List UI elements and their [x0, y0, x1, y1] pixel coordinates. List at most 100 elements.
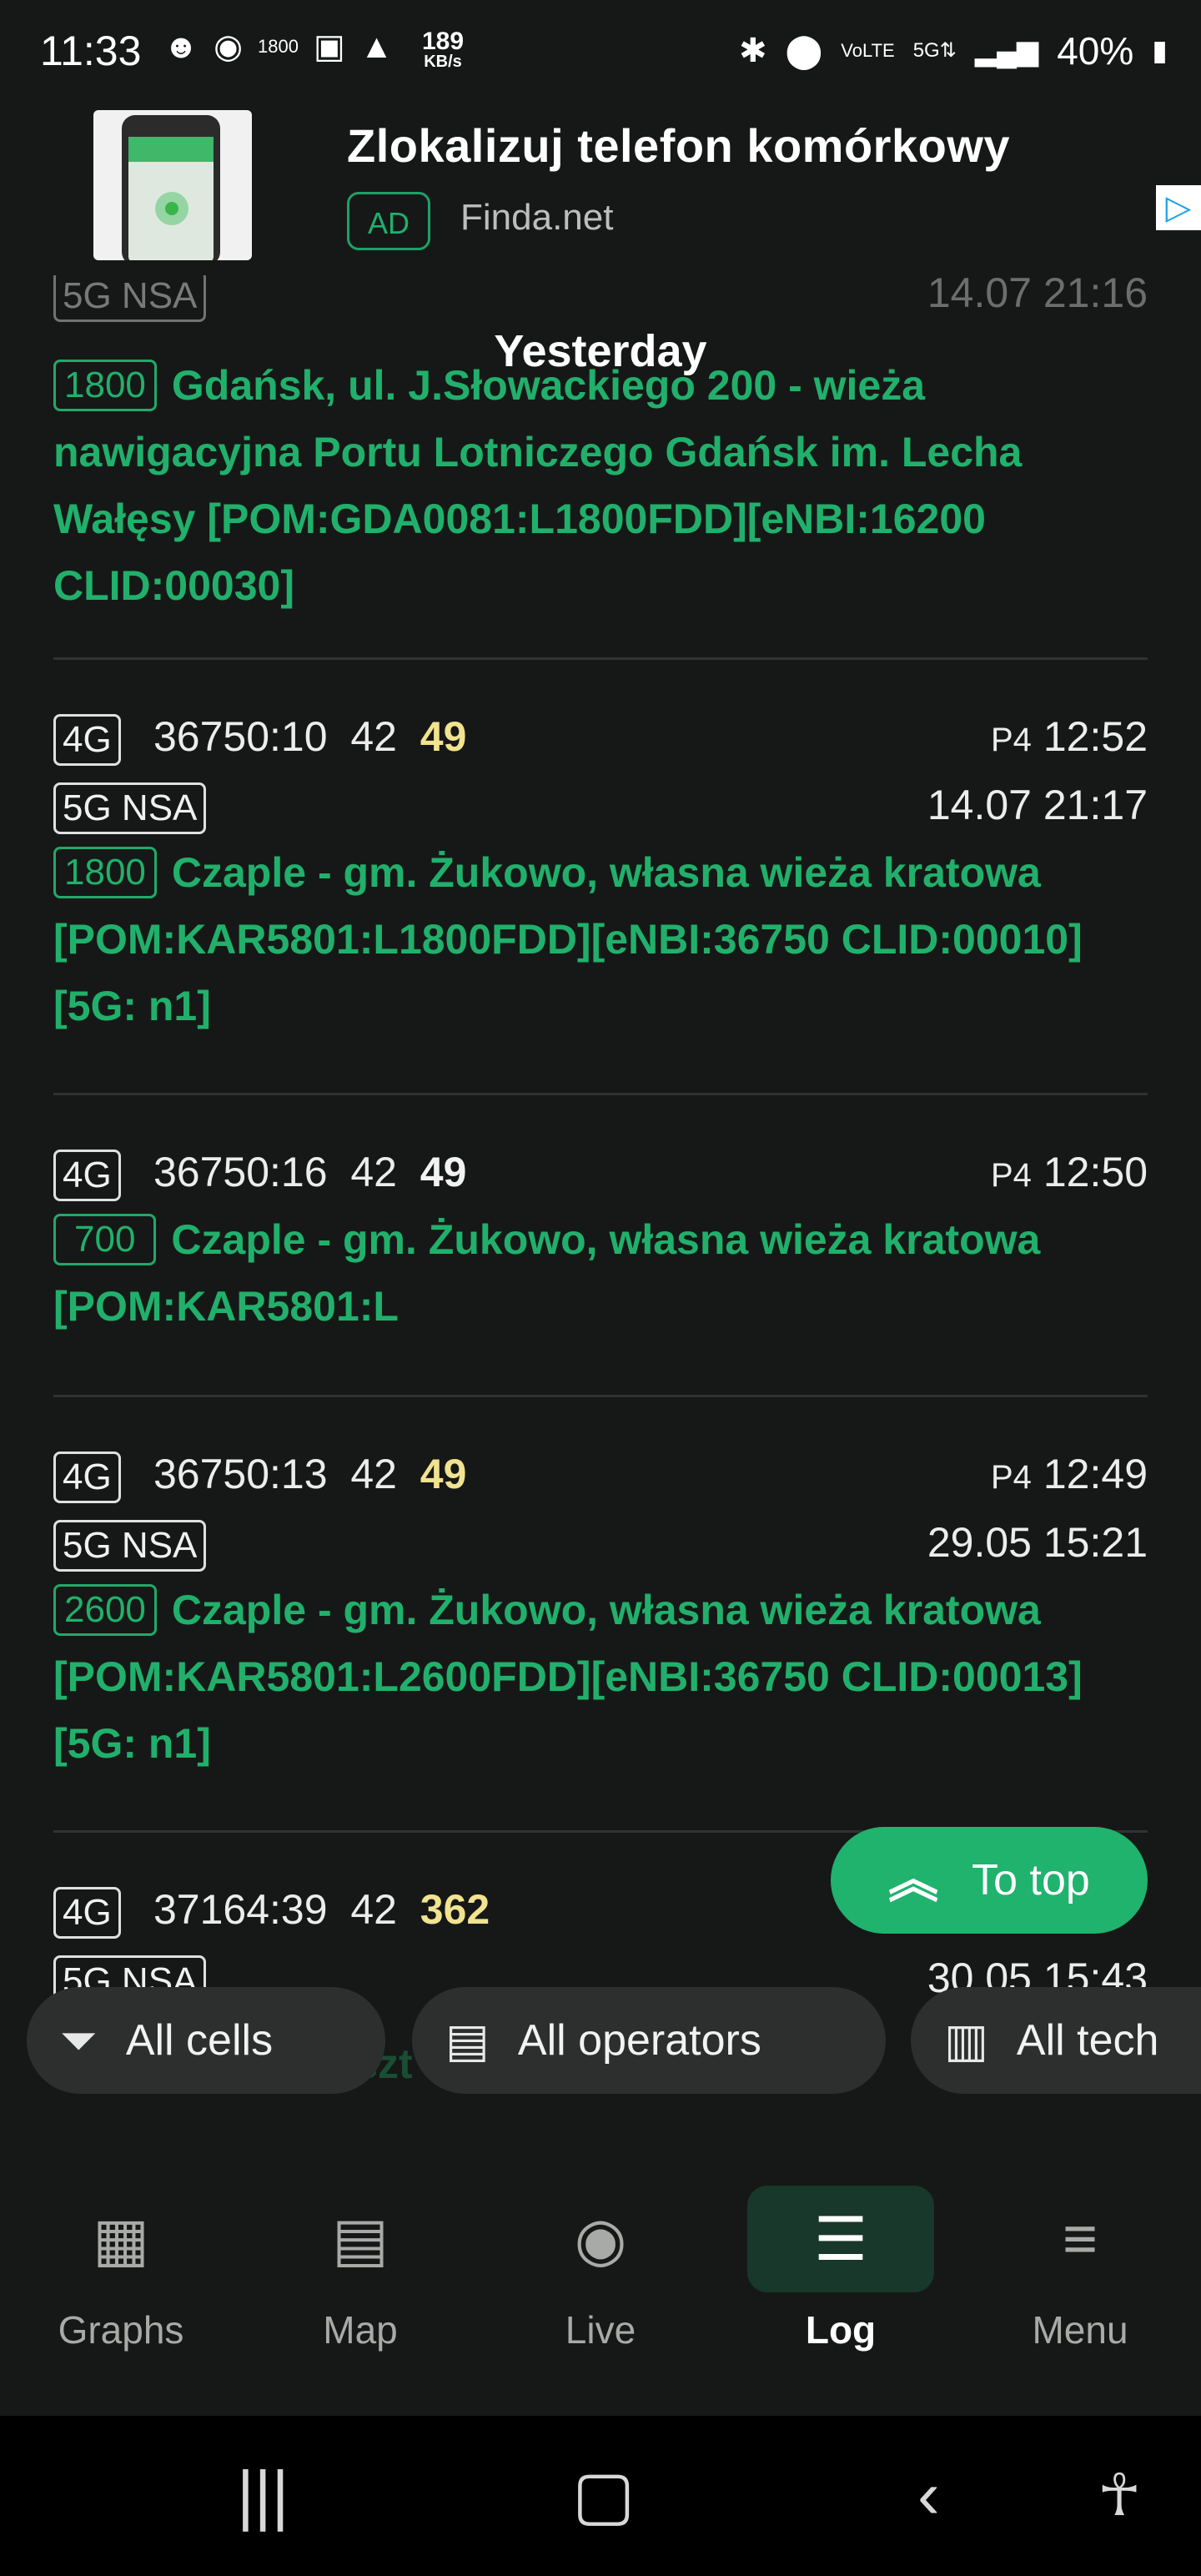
chip-label: All tech: [1016, 2016, 1159, 2065]
location-icon: ⬤: [785, 33, 823, 69]
log-entry[interactable]: 4G 36750:13 42 49 P4 12:49 5G NSA 29.05 1…: [53, 1440, 1148, 1777]
entry-row: 4G 36750:10 42 49 P4 12:52: [53, 702, 1148, 771]
divider: [53, 1395, 1148, 1397]
ad-banner[interactable]: Zlokalizuj telefon komórkowy AD Finda.ne…: [0, 100, 1201, 275]
ad-title[interactable]: Zlokalizuj telefon komórkowy: [347, 118, 1010, 173]
log-entry-partial[interactable]: 5G NSA 14.07 21:16: [53, 275, 1148, 327]
pci: 42: [350, 1886, 397, 1933]
ad-thumbnail[interactable]: [93, 110, 252, 260]
ad-source[interactable]: Finda.net: [460, 197, 613, 239]
cell-id: 36750:13: [153, 1451, 328, 1497]
description-text: Czaple - gm. Żukowo, własna wieża kratow…: [53, 1216, 1041, 1330]
map-icon: ▤: [331, 2206, 389, 2273]
section-header: Yesterday: [494, 326, 707, 376]
tech-tag: 5G NSA: [53, 1520, 207, 1572]
pci: 42: [350, 1149, 397, 1195]
all-cells-filter[interactable]: ⏷ All cells: [27, 1987, 385, 2094]
volte-icon: VoLTE: [841, 40, 895, 61]
entry-row: 4G 36750:13 42 49 P4 12:49: [53, 1440, 1148, 1508]
entry-row: 5G NSA 14.07 21:17: [53, 771, 1148, 839]
image-icon: ▣: [313, 28, 345, 65]
back-icon[interactable]: ‹: [917, 2458, 940, 2533]
nav-menu[interactable]: ≡ Menu: [984, 2186, 1176, 2352]
recent-apps-icon[interactable]: |||: [237, 2458, 289, 2533]
signal-value: 49: [420, 1451, 467, 1497]
tech-tag: 5G NSA: [53, 275, 207, 322]
tech-tag: 4G: [53, 1150, 121, 1201]
cell-id: 37164:39: [153, 1886, 328, 1933]
network-label: 1800: [258, 36, 299, 57]
battery-icon: ▮: [1152, 35, 1168, 67]
nav-map[interactable]: ▤ Map: [264, 2186, 456, 2352]
operator: P4: [990, 1459, 1032, 1496]
nav-log[interactable]: ☰ Log: [745, 2186, 937, 2352]
band-tag: 700: [53, 1213, 157, 1265]
network-speed: 189 KB/s: [422, 28, 465, 72]
clock: 11:33: [40, 28, 142, 74]
radar-icon: ◉: [574, 2206, 627, 2273]
bar-chart-icon: ▥: [944, 2014, 988, 2066]
accessibility-icon[interactable]: ☥: [1098, 2458, 1141, 2533]
phone-screen: [128, 137, 214, 260]
pci: 42: [350, 1451, 397, 1497]
nav-graphs[interactable]: ▦ Graphs: [25, 2186, 217, 2352]
entry-date: 14.07 21:16: [927, 275, 1148, 316]
cell-id: 36750:16: [153, 1149, 328, 1195]
double-chevron-up-icon: ︽: [888, 1852, 939, 1908]
waze-icon: ☻: [163, 28, 199, 65]
entry-time: P4 12:49: [991, 1450, 1148, 1498]
nav-label: Menu: [1032, 2308, 1128, 2352]
entry-description: 700 Czaple - gm. Żukowo, własna wieża kra…: [53, 1206, 1148, 1340]
to-top-label: To top: [972, 1856, 1090, 1904]
phone-illustration: [122, 115, 220, 260]
signal-value: 49: [420, 1149, 467, 1195]
divider: [53, 657, 1148, 660]
cell-id: 36750:10: [153, 713, 328, 760]
bottom-navigation: ▦ Graphs ▤ Map ◉ Live ☰ Log ≡ Menu: [0, 2136, 1201, 2416]
cell-info: 36750:10 42 49: [153, 712, 466, 761]
entry-description: 1800 Czaple - gm. Żukowo, własna wieża kr…: [53, 839, 1148, 1039]
entry-row: 5G NSA 29.05 15:21: [53, 1508, 1148, 1577]
tech-tag: 4G: [53, 1452, 121, 1503]
cell-info: 37164:39 42 362: [153, 1885, 490, 1934]
list-icon: ☰: [747, 2186, 934, 2292]
nav-live[interactable]: ◉ Live: [505, 2186, 696, 2352]
log-entry[interactable]: 4G 36750:10 42 49 P4 12:52 5G NSA 14.07 2…: [53, 702, 1148, 1039]
log-entry[interactable]: 4G 36750:16 42 49 P4 12:50 700 Czaple - gm…: [53, 1138, 1148, 1340]
description-text: Czaple - gm. Żukowo, własna wieża kratow…: [53, 849, 1083, 1029]
battery-level: 40%: [1057, 29, 1134, 73]
chip-label: All cells: [125, 2016, 274, 2065]
time: 12:52: [1043, 713, 1148, 760]
entry-date: 14.07 21:17: [927, 782, 1148, 828]
system-icons: ✱ ⬤ VoLTE 5G⇅ ▂▄▆ 40% ▮: [739, 28, 1168, 73]
log-entry-desc-partial[interactable]: 1800 Gdańsk, ul. J.Słowackiego 200 - wież…: [53, 352, 1148, 619]
speed-value: 189: [422, 28, 465, 55]
status-bar: 11:33 ☻ ◉ 1800 ▣ ▲ 189 KB/s ✱ ⬤ VoLTE 5G…: [0, 0, 1201, 100]
notification-icons: ☻ ◉ 1800 ▣ ▲: [163, 30, 393, 63]
time: 12:49: [1043, 1451, 1148, 1497]
all-tech-filter[interactable]: ▥ All tech: [911, 1987, 1201, 2094]
signal-value: 362: [420, 1886, 490, 1933]
entry-row: 4G 36750:16 42 49 P4 12:50: [53, 1138, 1148, 1206]
phone-screen-header: [128, 137, 214, 162]
description-text: Czaple - gm. Żukowo, własna wieża kratow…: [53, 1587, 1083, 1767]
nav-label: Live: [565, 2308, 636, 2352]
entry-description: 1800 Gdańsk, ul. J.Słowackiego 200 - wież…: [53, 352, 1148, 619]
bluetooth-icon: ✱: [738, 33, 767, 69]
network-1800-icon: 1800: [258, 30, 299, 63]
band-tag: 2600: [53, 1583, 157, 1636]
time: 12:50: [1043, 1149, 1148, 1195]
tech-tag: 4G: [53, 1887, 121, 1939]
warning-icon: ▲: [359, 28, 394, 65]
messenger-icon: ◉: [214, 28, 243, 65]
filter-chips: ⏷ All cells ▤ All operators ▥ All tech: [27, 1987, 1201, 2096]
description-text: Gdańsk, ul. J.Słowackiego 200 - wieża na…: [53, 362, 1023, 609]
all-operators-filter[interactable]: ▤ All operators: [412, 1987, 886, 2094]
tech-tag: 4G: [53, 714, 121, 766]
chip-label: All operators: [517, 2016, 761, 2065]
to-top-button[interactable]: ︽ To top: [831, 1827, 1148, 1934]
entry-date: 29.05 15:21: [927, 1519, 1148, 1566]
home-icon[interactable]: ▢: [572, 2458, 636, 2533]
signal-strength-icon: ▂▄▆: [974, 35, 1039, 67]
ad-choices-icon[interactable]: ▷: [1156, 185, 1201, 230]
